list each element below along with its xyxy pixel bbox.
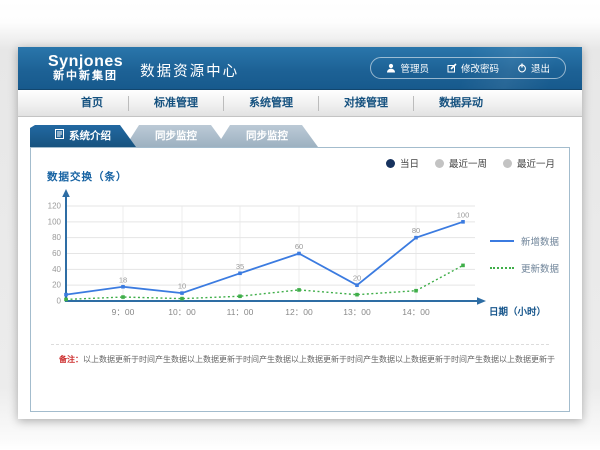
dotted-line-swatch [490, 267, 514, 269]
app-header: Synjones 新中新集团 数据资源中心 管理员 修改密码 退出 [18, 47, 582, 90]
svg-text:60: 60 [295, 242, 303, 251]
brand-company: 新中新集团 [48, 71, 123, 83]
main-nav: 首页 标准管理 系统管理 对接管理 数据异动 [18, 90, 582, 117]
logout-label: 退出 [531, 61, 550, 75]
svg-text:35: 35 [236, 262, 244, 271]
brand-logo: Synjones 新中新集团 [48, 54, 123, 82]
chart-legend: 新增数据 更新数据 [490, 234, 559, 288]
svg-text:11：00: 11：00 [227, 307, 254, 317]
power-icon [517, 63, 527, 73]
svg-text:20: 20 [52, 281, 61, 290]
nav-item-home[interactable]: 首页 [56, 90, 128, 116]
svg-text:120: 120 [48, 202, 62, 211]
tab-label: 系统介绍 [69, 125, 111, 147]
logout-button[interactable]: 退出 [508, 61, 559, 75]
footnote-text: 以上数据更新于时间产生数据以上数据更新于时间产生数据以上数据更新于时间产生数据以… [83, 355, 555, 364]
edit-icon [447, 63, 457, 73]
svg-text:9：00: 9：00 [112, 307, 135, 317]
user-toolbar: 管理员 修改密码 退出 [370, 57, 566, 79]
svg-text:100: 100 [48, 217, 62, 226]
tab-sync-monitor-2[interactable]: 同步监控 [216, 125, 318, 147]
svg-text:日期（小时）: 日期（小时） [489, 306, 546, 318]
svg-text:20: 20 [353, 274, 361, 283]
radio-label: 最近一月 [517, 156, 555, 170]
page-title: 数据资源中心 [140, 56, 239, 81]
radio-label: 最近一周 [449, 156, 487, 170]
svg-text:80: 80 [52, 233, 61, 242]
legend-updated-data[interactable]: 更新数据 [490, 261, 559, 275]
tab-label: 同步监控 [246, 125, 288, 147]
current-user-button[interactable]: 管理员 [377, 61, 438, 75]
radio-today[interactable]: 当日 [386, 156, 419, 170]
chart-panel: 当日 最近一周 最近一月 数据交换（条） 0 20 40 60 80 100 120 9：00… [30, 147, 570, 412]
svg-text:40: 40 [52, 265, 61, 274]
line-chart: 0 20 40 60 80 100 120 9：00 10：00 11：00 12：00 13：00 1… [39, 184, 563, 324]
tab-system-intro[interactable]: 系统介绍 [30, 125, 136, 147]
app-window: Synjones 新中新集团 数据资源中心 管理员 修改密码 退出 首页 标准管… [18, 47, 582, 419]
nav-item-data-change[interactable]: 数据异动 [414, 90, 508, 116]
y-axis-title: 数据交换（条） [47, 169, 128, 184]
time-range-filter: 当日 最近一周 最近一月 [386, 156, 555, 170]
change-password-label: 修改密码 [461, 61, 499, 75]
legend-label: 更新数据 [521, 261, 559, 275]
footnote-label: 备注： [59, 355, 83, 364]
svg-text:80: 80 [412, 226, 420, 235]
svg-text:18: 18 [119, 275, 127, 284]
legend-new-data[interactable]: 新增数据 [490, 234, 559, 248]
svg-text:13：00: 13：00 [343, 307, 371, 317]
svg-text:10：00: 10：00 [168, 307, 196, 317]
current-user-label: 管理员 [400, 61, 429, 75]
nav-item-interface-mgmt[interactable]: 对接管理 [319, 90, 413, 116]
radio-last-week[interactable]: 最近一周 [435, 156, 487, 170]
footnote: 备注：以上数据更新于时间产生数据以上数据更新于时间产生数据以上数据更新于时间产生… [59, 354, 559, 365]
radio-label: 当日 [400, 156, 419, 170]
content-area: 系统介绍 同步监控 同步监控 当日 最近一周 [18, 117, 582, 412]
svg-text:12：00: 12：00 [285, 307, 313, 317]
nav-item-system-mgmt[interactable]: 系统管理 [224, 90, 318, 116]
change-password-button[interactable]: 修改密码 [438, 61, 508, 75]
nav-item-standard-mgmt[interactable]: 标准管理 [129, 90, 223, 116]
tab-sync-monitor-1[interactable]: 同步监控 [125, 125, 227, 147]
user-icon [386, 63, 396, 73]
radio-dot[interactable] [435, 159, 444, 168]
svg-text:10: 10 [178, 282, 186, 291]
tab-label: 同步监控 [155, 125, 197, 147]
svg-text:100: 100 [457, 210, 470, 219]
radio-dot[interactable] [503, 159, 512, 168]
svg-text:14：00: 14：00 [402, 307, 430, 317]
radio-dot[interactable] [386, 159, 395, 168]
tab-bar: 系统介绍 同步监控 同步监控 [18, 117, 582, 147]
legend-label: 新增数据 [521, 234, 559, 248]
document-icon [55, 125, 64, 147]
brand-name: Synjones [48, 54, 123, 71]
radio-last-month[interactable]: 最近一月 [503, 156, 555, 170]
solid-line-swatch [490, 240, 514, 242]
svg-text:60: 60 [52, 249, 61, 258]
svg-text:0: 0 [57, 297, 62, 306]
note-divider [51, 344, 549, 345]
